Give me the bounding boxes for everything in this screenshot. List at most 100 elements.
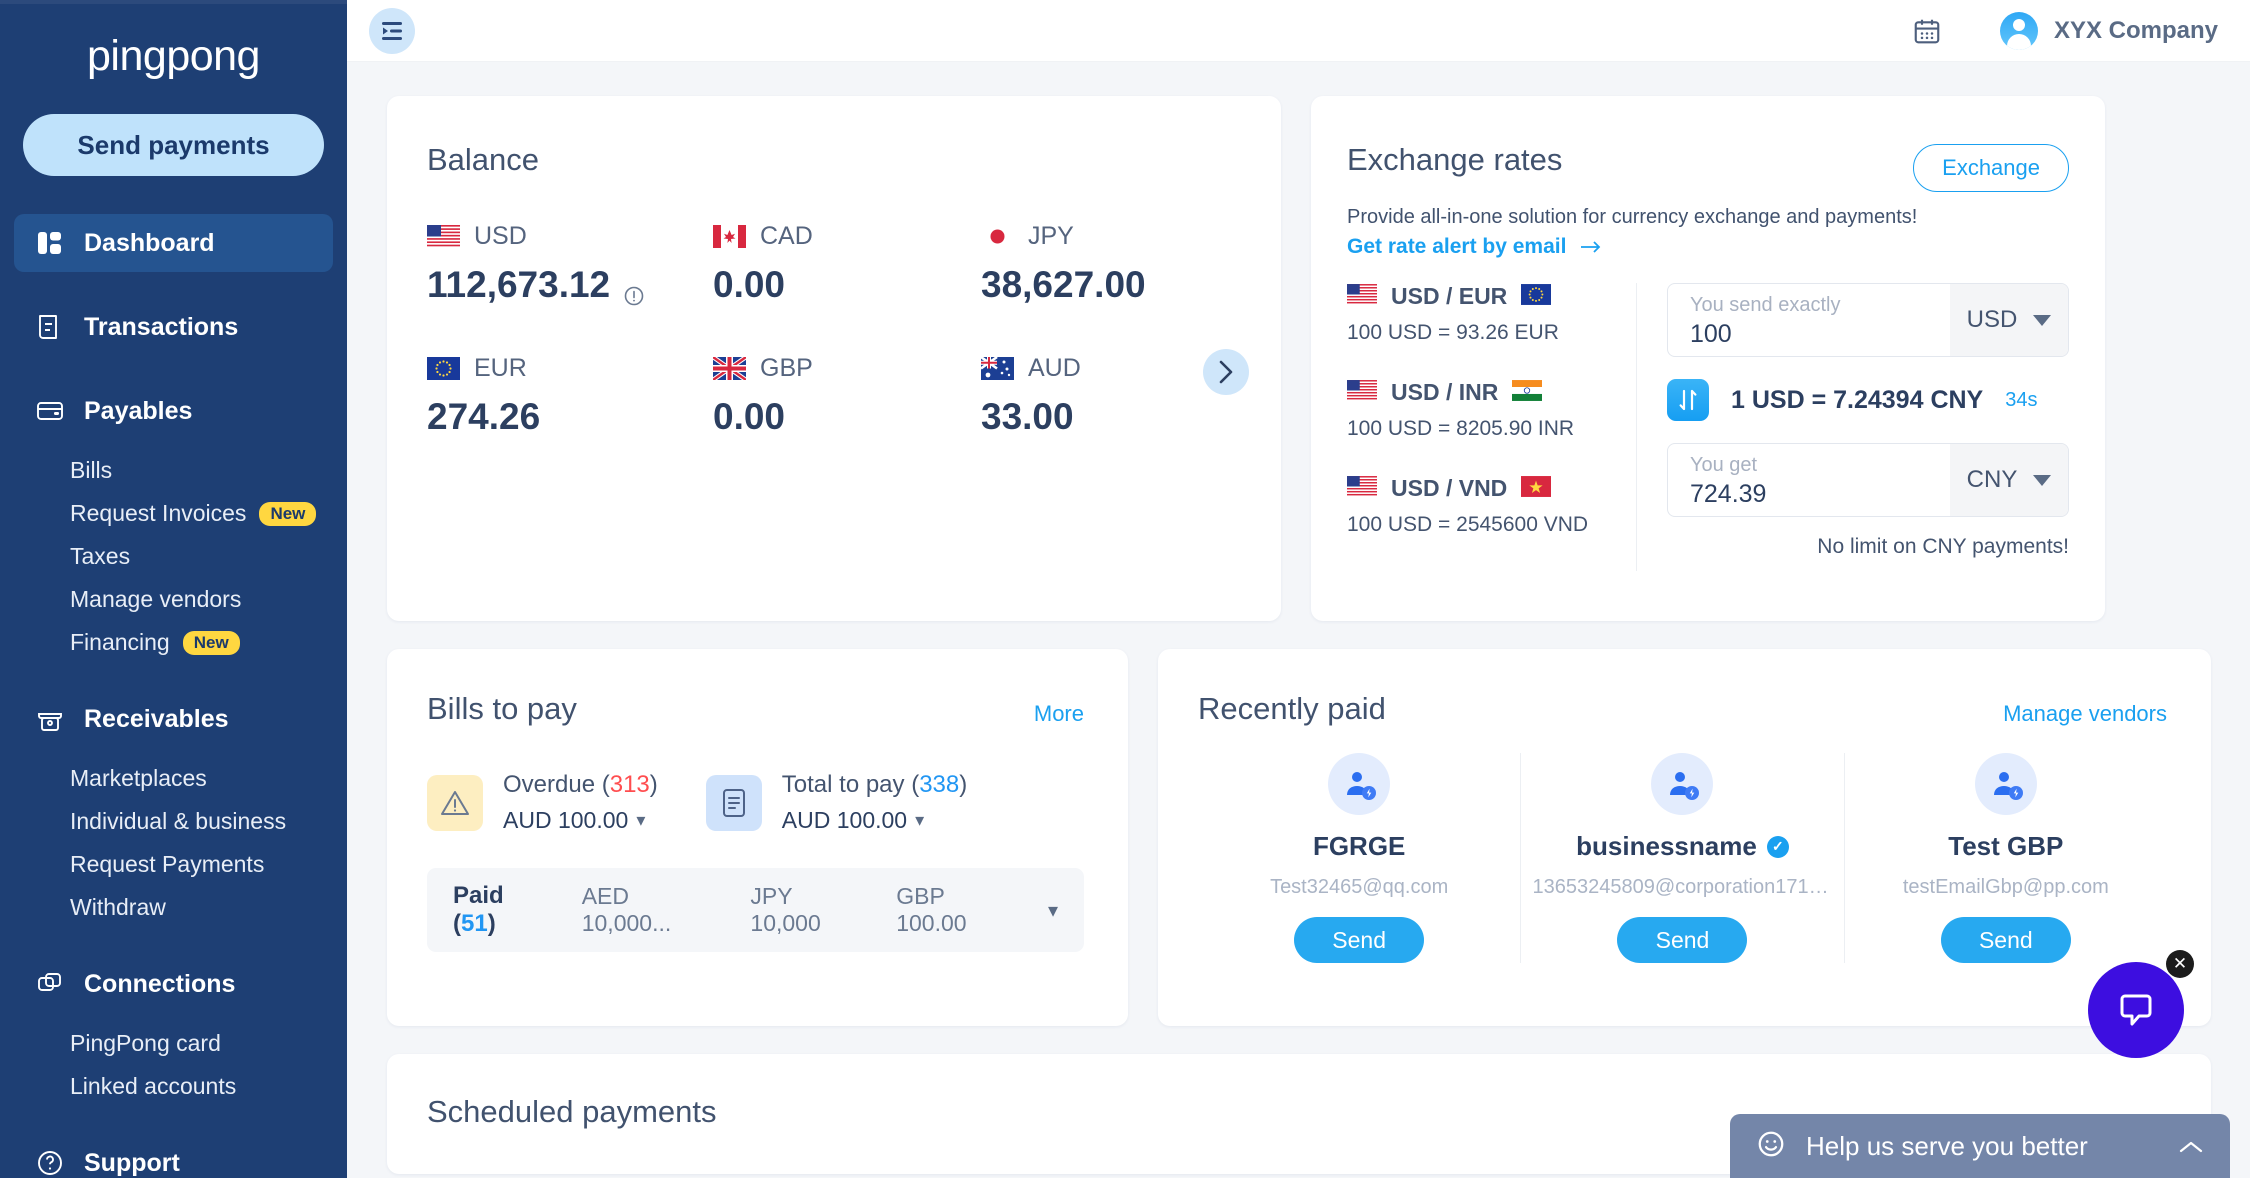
chevron-down-icon[interactable]: ▾ [1048,898,1058,923]
get-field[interactable]: You get 724.39 CNY [1667,443,2069,517]
send-payments-button[interactable]: Send payments [23,114,324,176]
sidebar-subitem-taxes[interactable]: Taxes [0,535,347,578]
brand-logo[interactable]: pingpong [0,4,347,108]
bills-total-amount-select[interactable]: AUD 100.00 ▾ [782,807,967,834]
exchange-button[interactable]: Exchange [1913,144,2069,192]
sidebar-item-label: Transactions [84,312,239,341]
send-field-input[interactable]: You send exactly 100 [1668,284,1950,356]
sidebar-item-connections[interactable]: Connections [14,955,333,1013]
chat-bubble-icon[interactable] [2088,962,2184,1058]
sidebar-subitem-pingpong-card[interactable]: PingPong card [0,1022,347,1065]
sidebar-subitem-label: Linked accounts [70,1073,237,1099]
overdue-text: Overdue [503,771,596,798]
payables-icon [32,393,68,429]
exchange-rate-item[interactable]: USD / INR 100 USD = 8205.90 INR [1347,379,1618,441]
smiley-icon [1756,1129,1786,1164]
balance-amount: 0.00 [713,264,786,305]
top-bar: XYX Company [347,0,2250,62]
sidebar-subitem-request-payments[interactable]: Request Payments [0,843,347,886]
app-root: pingpong Send payments Dashboard Transact… [0,0,2250,1178]
send-currency-select[interactable]: USD [1950,284,2068,356]
sidebar-item-dashboard[interactable]: Dashboard [14,214,333,272]
send-value: 100 [1690,320,1732,348]
exchange-rate-value: 100 USD = 2545600 VND [1347,513,1589,536]
swap-vertical-icon[interactable] [1667,379,1709,421]
get-label: You get [1690,454,1758,476]
main-area: XYX Company Balance USD 112,673.12 CAD 0.00… [347,0,2250,1178]
sidebar-subitem-label: Taxes [70,543,131,569]
nav-group-divider [0,929,347,955]
rate-alert-link[interactable]: Get rate alert by email [1347,235,2069,259]
sidebar-subitem-label: Withdraw [70,894,166,920]
paid-chip: GBP 100.00 [896,883,967,936]
bills-overdue-item[interactable]: Overdue (313) AUD 100.00 ▾ [427,771,658,834]
collapse-sidebar-icon[interactable] [369,7,415,54]
bills-title: Bills to pay [427,691,577,726]
vendor-send-button[interactable]: Send [1294,917,1425,963]
bills-more-link[interactable]: More [1034,701,1084,727]
balance-currency-code: JPY [1028,222,1074,250]
bills-summary-row: Overdue (313) AUD 100.00 ▾ Total to pay … [427,771,1084,834]
bills-to-pay-card: Bills to pay More Overdue (313) AUD 100.… [387,649,1128,1026]
balance-currency-item[interactable]: EUR 274.26 [427,354,713,438]
chevron-down-icon: ▾ [915,810,925,830]
sidebar-item-label: Receivables [84,704,229,733]
chevron-down-icon [2033,314,2052,326]
exchange-rate-item[interactable]: USD / VND 100 USD = 2545600 VND [1347,475,1618,537]
balance-amount: 112,673.12 [427,264,713,306]
sidebar-subitem-linked-accounts[interactable]: Linked accounts [0,1065,347,1108]
user-menu[interactable]: XYX Company [1999,11,2218,50]
vendor-send-button[interactable]: Send [1617,917,1748,963]
sidebar-item-label: Connections [84,969,236,998]
info-icon[interactable] [623,274,645,306]
exchange-rate-pair: USD / VND [1347,475,1618,502]
sidebar-item-label: Support [84,1148,180,1177]
exchange-header: Exchange rates Exchange [1347,142,2069,192]
bills-overdue-label: Overdue (313) [503,771,658,798]
chevron-down-icon: ▾ [636,810,646,830]
balance-currency-item[interactable]: USD 112,673.12 [427,222,713,306]
overdue-amount: AUD 100.00 [503,807,629,833]
chevron-right-icon[interactable] [1203,349,1249,395]
balance-currency-item[interactable]: AUD 33.00 [980,354,1237,438]
manage-vendors-link[interactable]: Manage vendors [2003,701,2167,727]
balance-currency-code: AUD [1028,354,1081,382]
vendor-send-button[interactable]: Send [1940,917,2071,963]
receivables-icon [32,701,68,737]
exchange-subtitle: Provide all-in-one solution for currency… [1347,206,1918,228]
sidebar-item-payables[interactable]: Payables [14,382,333,440]
sidebar-item-transactions[interactable]: Transactions [14,298,333,356]
bills-paid-strip[interactable]: Paid (51) AED 10,000... JPY 10,000 GBP 1… [427,868,1084,952]
nav-group-divider [0,1108,347,1134]
sidebar-subitem-manage-vendors[interactable]: Manage vendors [0,578,347,621]
bills-header: Bills to pay More [427,691,1084,727]
sidebar-subitem-label: Request Payments [70,851,265,877]
exchange-mid-row: 1 USD = 7.24394 CNY 34s [1667,379,2069,421]
flag-in-icon [1512,379,1543,406]
sidebar-subitem-withdraw[interactable]: Withdraw [0,886,347,929]
exchange-rate-pair: USD / INR [1347,379,1618,406]
send-field[interactable]: You send exactly 100 USD [1667,283,2069,357]
sidebar-subitem-request-invoices[interactable]: Request Invoices New [0,492,347,535]
exchange-rate-item[interactable]: USD / EUR 100 USD = 93.26 EUR [1347,283,1618,345]
sidebar-subitem-financing[interactable]: Financing New [0,621,347,664]
balance-currency-item[interactable]: JPY 38,627.00 [981,222,1237,306]
bills-overdue-amount-select[interactable]: AUD 100.00 ▾ [503,807,658,834]
get-currency-select[interactable]: CNY [1950,444,2068,516]
chevron-up-icon[interactable] [2178,1131,2204,1162]
sidebar-item-receivables[interactable]: Receivables [14,690,333,748]
bills-total-item[interactable]: Total to pay (338) AUD 100.00 ▾ [705,771,967,834]
balance-currency-item[interactable]: CAD 0.00 [713,222,981,306]
sidebar-subitem-marketplaces[interactable]: Marketplaces [0,757,347,800]
new-badge: New [259,501,317,526]
sidebar-item-support[interactable]: Support [14,1134,333,1178]
sidebar-subitem-bills[interactable]: Bills [0,449,347,492]
sidebar: pingpong Send payments Dashboard Transact… [0,0,347,1178]
calendar-icon[interactable] [1906,10,1948,52]
sidebar-subitem-individual-business[interactable]: Individual & business [0,800,347,843]
get-field-input[interactable]: You get 724.39 [1668,444,1950,516]
rate-timer: 34s [2005,388,2038,411]
help-us-serve-bar[interactable]: Help us serve you better [1730,1114,2230,1178]
close-icon[interactable]: ✕ [2166,950,2194,978]
balance-currency-item[interactable]: GBP 0.00 [711,354,981,438]
